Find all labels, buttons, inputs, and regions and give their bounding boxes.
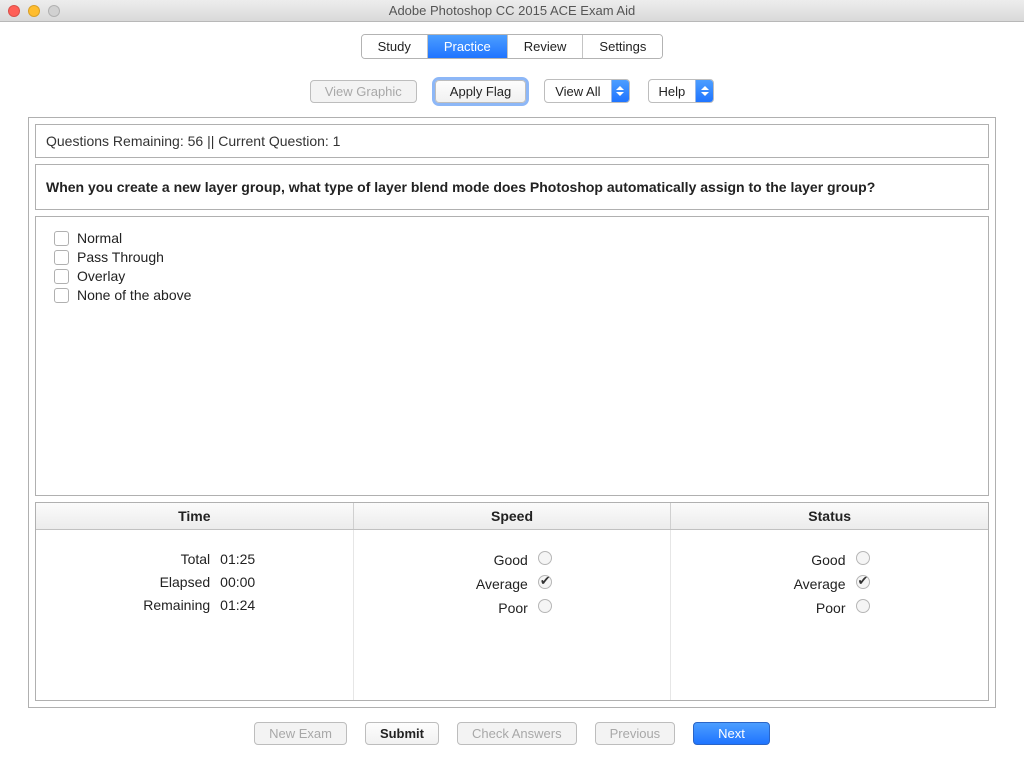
checkbox-icon[interactable]	[54, 288, 69, 303]
view-graphic-button[interactable]: View Graphic	[310, 80, 417, 103]
question-text: When you create a new layer group, what …	[46, 179, 875, 195]
questions-remaining-label: Questions Remaining:	[46, 133, 184, 149]
radio-icon[interactable]	[856, 599, 870, 613]
dropdown-stepper-icon	[695, 80, 713, 102]
checkbox-icon[interactable]	[54, 269, 69, 284]
tab-study[interactable]: Study	[362, 35, 428, 58]
radio-icon[interactable]	[538, 551, 552, 565]
speed-column: Good Average Poor	[354, 530, 672, 700]
col-header-status: Status	[671, 503, 988, 529]
help-dropdown[interactable]: Help	[648, 79, 715, 103]
main-content: Questions Remaining: 56 || Current Quest…	[28, 117, 996, 708]
tab-practice[interactable]: Practice	[428, 35, 508, 58]
answer-label: Pass Through	[77, 249, 164, 265]
new-exam-button[interactable]: New Exam	[254, 722, 347, 745]
window-title: Adobe Photoshop CC 2015 ACE Exam Aid	[389, 3, 635, 18]
time-column: Total 01:25 Elapsed 00:00 Remaining 01:24	[36, 530, 354, 700]
stats-table: Time Speed Status Total 01:25 Elapsed 00:0…	[35, 502, 989, 701]
status-average-label: Average	[671, 576, 845, 592]
time-elapsed-label: Elapsed	[36, 574, 210, 590]
question-panel: When you create a new layer group, what …	[35, 164, 989, 210]
next-button[interactable]: Next	[693, 722, 770, 745]
title-bar: Adobe Photoshop CC 2015 ACE Exam Aid	[0, 0, 1024, 22]
help-label: Help	[649, 84, 696, 99]
current-question-value: 1	[333, 133, 341, 149]
checkbox-icon[interactable]	[54, 231, 69, 246]
view-filter-label: View All	[545, 84, 610, 99]
answer-label: Overlay	[77, 268, 125, 284]
window-controls	[8, 5, 60, 17]
answer-label: None of the above	[77, 287, 191, 303]
speed-average-label: Average	[354, 576, 528, 592]
check-answers-button[interactable]: Check Answers	[457, 722, 577, 745]
separator: ||	[207, 133, 214, 149]
answer-option[interactable]: Overlay	[54, 268, 970, 284]
tab-review[interactable]: Review	[508, 35, 584, 58]
dropdown-stepper-icon	[611, 80, 629, 102]
submit-button[interactable]: Submit	[365, 722, 439, 745]
radio-icon[interactable]	[538, 575, 552, 589]
col-header-time: Time	[36, 503, 354, 529]
col-header-speed: Speed	[354, 503, 672, 529]
secondary-toolbar: View Graphic Apply Flag View All Help	[0, 79, 1024, 103]
radio-icon[interactable]	[856, 551, 870, 565]
questions-remaining-value: 56	[188, 133, 204, 149]
footer-buttons: New Exam Submit Check Answers Previous N…	[0, 722, 1024, 745]
view-filter-dropdown[interactable]: View All	[544, 79, 629, 103]
close-icon[interactable]	[8, 5, 20, 17]
radio-icon[interactable]	[856, 575, 870, 589]
stats-header: Time Speed Status	[36, 503, 988, 530]
speed-poor-label: Poor	[354, 600, 528, 616]
current-question-label: Current Question:	[218, 133, 329, 149]
radio-icon[interactable]	[538, 599, 552, 613]
time-elapsed-value: 00:00	[220, 574, 353, 590]
apply-flag-button[interactable]: Apply Flag	[435, 80, 526, 103]
status-poor-label: Poor	[671, 600, 845, 616]
time-remaining-label: Remaining	[36, 597, 210, 613]
status-column: Good Average Poor	[671, 530, 988, 700]
previous-button[interactable]: Previous	[595, 722, 676, 745]
time-total-value: 01:25	[220, 551, 353, 567]
progress-panel: Questions Remaining: 56 || Current Quest…	[35, 124, 989, 158]
minimize-icon[interactable]	[28, 5, 40, 17]
answer-label: Normal	[77, 230, 122, 246]
answer-option[interactable]: Pass Through	[54, 249, 970, 265]
answers-panel: Normal Pass Through Overlay None of the …	[35, 216, 989, 496]
answer-option[interactable]: None of the above	[54, 287, 970, 303]
time-total-label: Total	[36, 551, 210, 567]
tab-settings[interactable]: Settings	[583, 35, 662, 58]
speed-good-label: Good	[354, 552, 528, 568]
zoom-icon[interactable]	[48, 5, 60, 17]
stats-body: Total 01:25 Elapsed 00:00 Remaining 01:24 G…	[36, 530, 988, 700]
time-remaining-value: 01:24	[220, 597, 353, 613]
status-good-label: Good	[671, 552, 845, 568]
checkbox-icon[interactable]	[54, 250, 69, 265]
answer-option[interactable]: Normal	[54, 230, 970, 246]
main-tabs: Study Practice Review Settings	[0, 34, 1024, 59]
